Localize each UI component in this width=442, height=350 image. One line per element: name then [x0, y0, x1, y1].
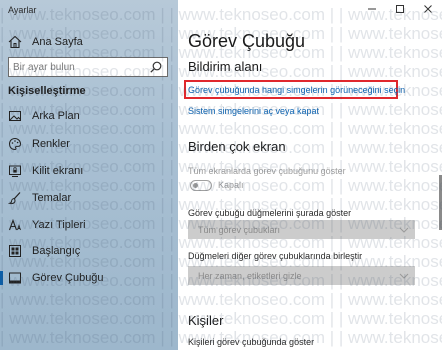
system-icons-link[interactable]: Sistem simgelerini aç veya kapat	[188, 106, 319, 116]
search-input[interactable]	[9, 61, 149, 73]
main-panel: Görev Çubuğu Bildirim alanı Görev çubuğu…	[178, 0, 442, 350]
font-icon	[8, 218, 22, 232]
home-icon	[8, 35, 22, 49]
sidebar-item-home[interactable]: Ana Sayfa	[0, 29, 178, 55]
maximize-icon[interactable]	[386, 0, 414, 18]
sidebar-item-taskbar[interactable]: Görev Çubuğu	[0, 265, 178, 291]
page-title: Görev Çubuğu	[188, 31, 306, 51]
sidebar-item-fonts[interactable]: Yazı Tipleri	[0, 212, 178, 238]
sidebar-item-label: Yazı Tipleri	[32, 219, 86, 231]
sidebar-item-label: Temalar	[32, 192, 72, 204]
chevron-down-icon	[399, 273, 409, 279]
sidebar-item-label: Kilit ekranı	[32, 165, 84, 177]
start-icon	[8, 244, 22, 258]
notification-area-heading: Bildirim alanı	[188, 59, 263, 74]
minimize-icon[interactable]	[358, 0, 386, 18]
app-title: Ayarlar	[8, 5, 37, 15]
sidebar-item-start[interactable]: Başlangıç	[0, 238, 178, 264]
chevron-down-icon	[399, 227, 409, 233]
select-taskbar-icons-link[interactable]: Görev çubuğunda hangi simgelerin görünec…	[188, 85, 405, 95]
combine-buttons-select[interactable]: Her zaman, etiketleri gizle	[188, 266, 415, 285]
sidebar-item-label: Başlangıç	[32, 245, 81, 257]
sidebar-item-label: Renkler	[32, 138, 70, 150]
toggle-state: Kapalı	[218, 180, 244, 190]
sidebar-item-lock-screen[interactable]: Kilit ekranı	[0, 158, 178, 184]
show-buttons-select[interactable]: Tüm görev çubukları	[188, 220, 415, 239]
toggle-knob	[193, 183, 198, 188]
select-value: Tüm görev çubukları	[198, 224, 281, 235]
search-box[interactable]	[8, 57, 168, 77]
select-value: Her zaman, etiketleri gizle	[198, 270, 302, 281]
multiple-displays-heading: Birden çok ekran	[188, 139, 286, 154]
show-buttons-label: Görev çubuğu düğmelerini şurada göster	[188, 208, 352, 218]
combine-buttons-label: Düğmeleri diğer görev çubuklarında birle…	[188, 251, 363, 261]
image-icon	[8, 109, 22, 123]
sidebar: Ayarlar Ana Sayfa Kişiselleştirme Arka P…	[0, 0, 178, 350]
sidebar-item-background[interactable]: Arka Plan	[0, 103, 178, 129]
window-controls	[358, 0, 442, 18]
people-heading: Kişiler	[188, 313, 224, 328]
search-icon[interactable]	[149, 60, 163, 74]
close-icon[interactable]	[414, 0, 442, 18]
sidebar-item-themes[interactable]: Temalar	[0, 185, 178, 211]
lock-screen-icon	[8, 164, 22, 178]
show-all-displays-label: Tüm ekranlarda görev çubuğunu göster	[188, 166, 346, 176]
taskbar-icon	[8, 271, 22, 285]
show-all-displays-toggle[interactable]	[190, 180, 212, 191]
sidebar-item-label: Ana Sayfa	[32, 36, 83, 48]
sidebar-item-colors[interactable]: Renkler	[0, 131, 178, 157]
section-title: Kişiselleştirme	[8, 85, 86, 97]
sidebar-item-label: Görev Çubuğu	[32, 272, 104, 284]
palette-icon	[8, 137, 22, 151]
sidebar-item-label: Arka Plan	[32, 110, 80, 122]
show-contacts-label: Kişileri görev çubuğunda göster	[188, 337, 315, 347]
brush-icon	[8, 191, 22, 205]
